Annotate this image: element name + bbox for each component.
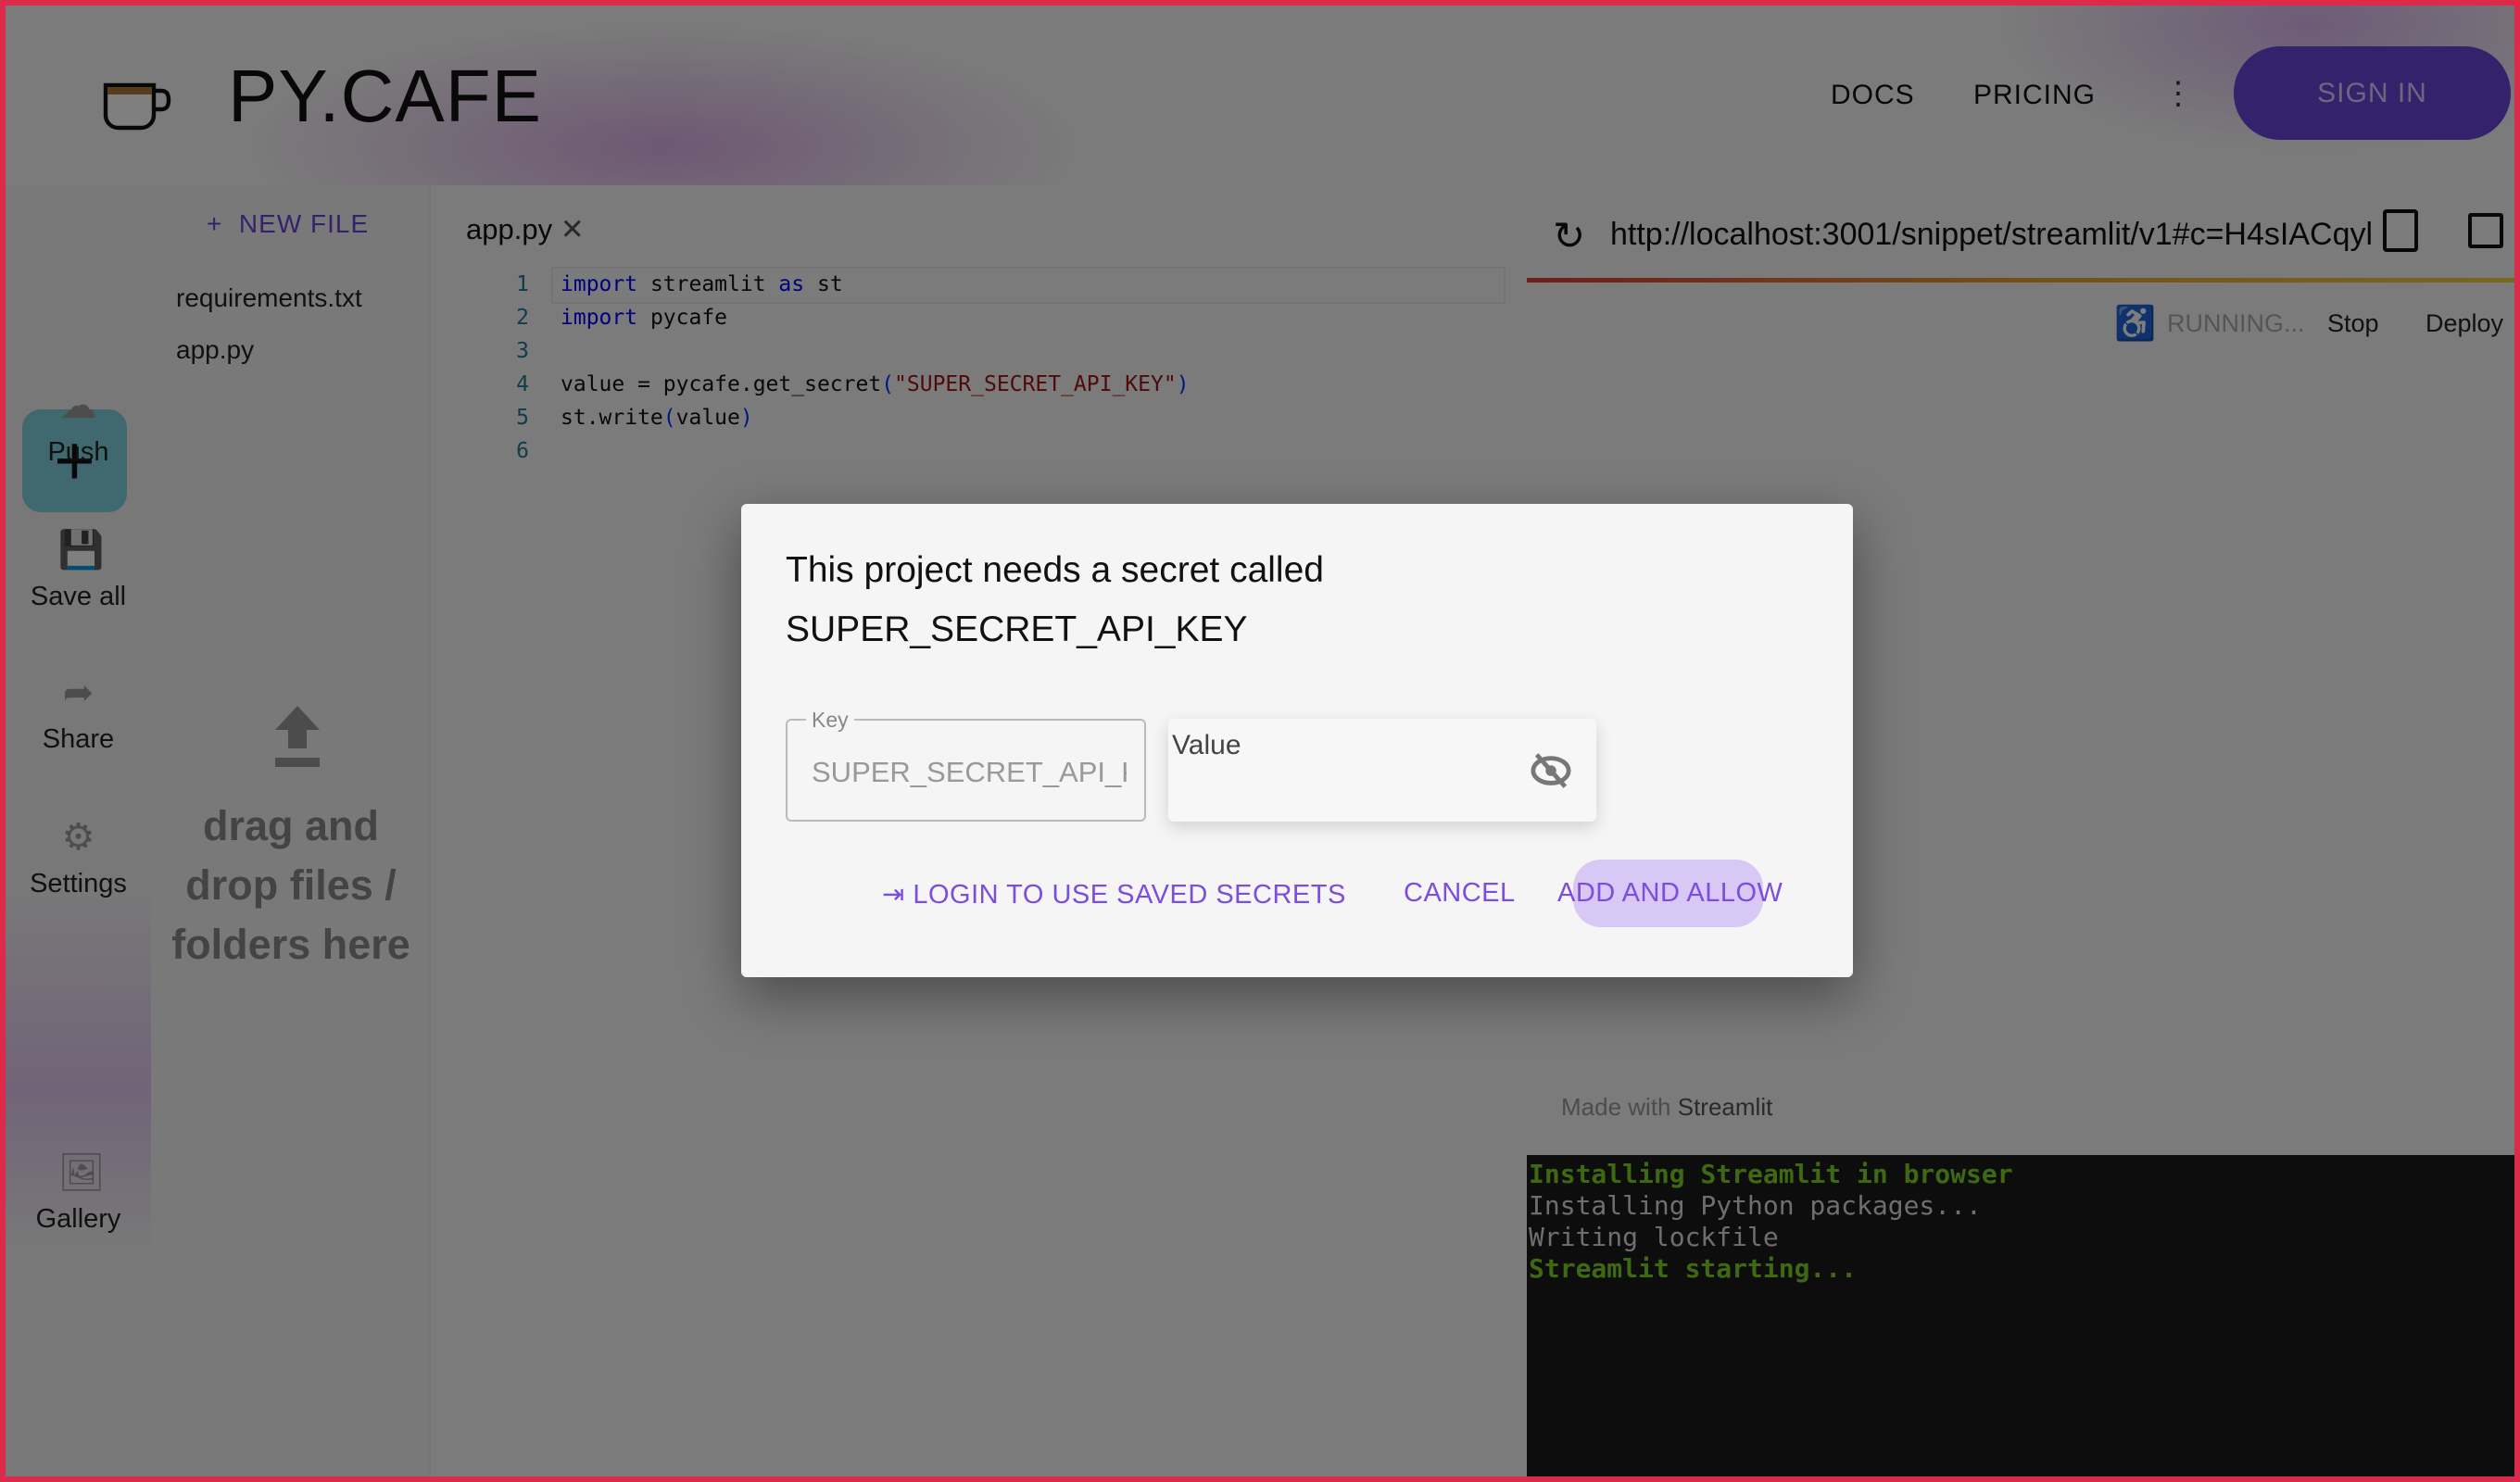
secret-name: SUPER_SECRET_API_KEY <box>786 609 1248 649</box>
login-icon: ⇥ <box>882 880 914 910</box>
cancel-button[interactable]: CANCEL <box>1404 878 1516 909</box>
key-label: Key <box>806 708 854 733</box>
dialog-title-line: This project needs a secret called <box>786 550 1324 590</box>
add-and-allow-button[interactable]: ADD AND ALLOW <box>1557 878 1783 909</box>
visibility-off-icon[interactable] <box>1530 752 1572 789</box>
secret-dialog: This project needs a secret called SUPER… <box>741 504 1853 977</box>
value-field[interactable]: Value <box>1168 719 1596 822</box>
value-label: Value <box>1172 730 1241 760</box>
dialog-title: This project needs a secret called SUPER… <box>786 541 1324 659</box>
login-saved-secrets-button[interactable]: ⇥ LOGIN TO USE SAVED SECRETS <box>882 878 1346 911</box>
login-label: LOGIN TO USE SAVED SECRETS <box>913 880 1346 910</box>
key-field[interactable]: Key SUPER_SECRET_API_KEY <box>786 708 1146 822</box>
key-input-value: SUPER_SECRET_API_KEY <box>812 756 1127 788</box>
